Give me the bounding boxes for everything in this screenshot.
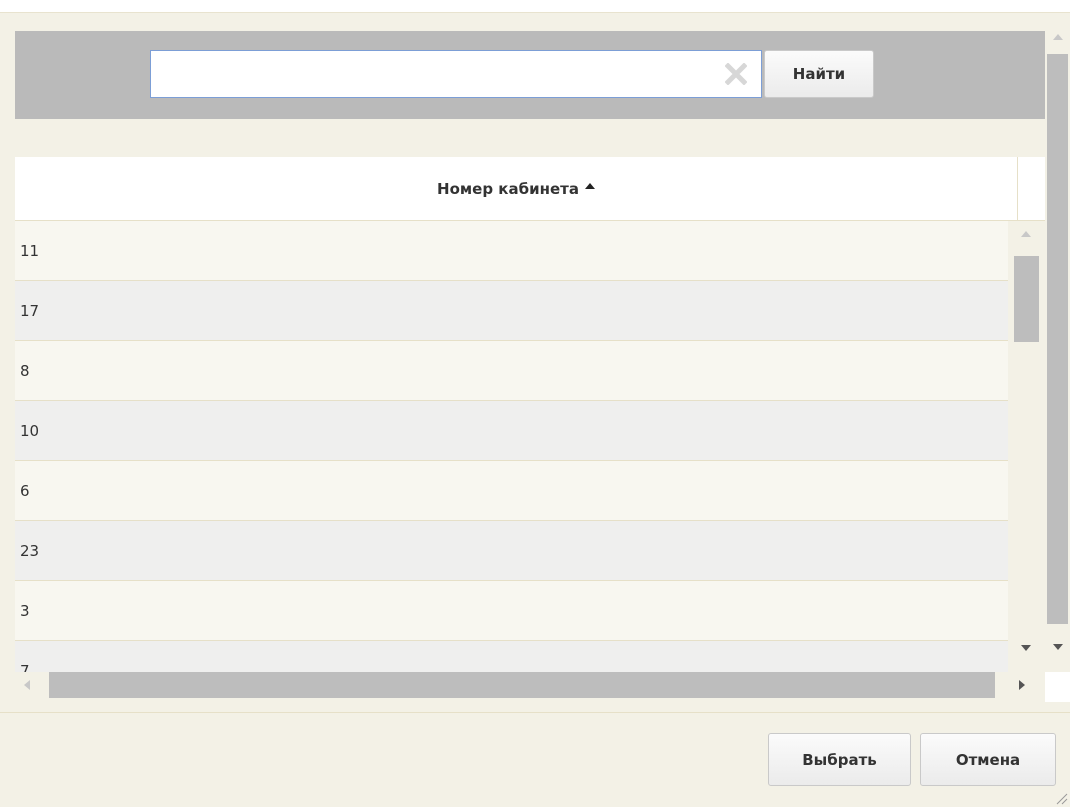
dialog-vertical-scrollbar[interactable] <box>1045 14 1070 664</box>
room-number-cell: 17 <box>20 301 40 320</box>
scroll-down-arrow-icon[interactable] <box>1053 644 1063 650</box>
room-number-cell: 23 <box>20 541 40 560</box>
table-row[interactable]: 23 <box>15 521 1008 581</box>
clear-icon[interactable] <box>725 63 747 85</box>
table-row[interactable]: 17 <box>15 281 1008 341</box>
table-body: 11 17 8 10 6 23 3 7 <box>15 221 1008 672</box>
search-field <box>150 50 762 98</box>
column-header-label: Номер кабинета <box>437 179 579 198</box>
table-header: Номер кабинета <box>15 157 1045 221</box>
table-row[interactable]: 7 <box>15 641 1008 672</box>
room-number-cell: 6 <box>20 481 30 500</box>
table-row[interactable]: 6 <box>15 461 1008 521</box>
scroll-up-arrow-icon[interactable] <box>1021 231 1031 237</box>
table-row[interactable]: 11 <box>15 221 1008 281</box>
select-button[interactable]: Выбрать <box>768 733 911 786</box>
top-strip <box>0 0 1070 13</box>
table-row[interactable]: 3 <box>15 581 1008 641</box>
footer-divider <box>0 712 1070 713</box>
scroll-up-arrow-icon[interactable] <box>1053 34 1063 40</box>
scroll-right-arrow-icon[interactable] <box>1019 680 1025 690</box>
room-number-cell: 10 <box>20 421 40 440</box>
grid-vertical-scroll-thumb[interactable] <box>1014 256 1039 342</box>
resize-grip-icon[interactable] <box>1052 789 1068 805</box>
cancel-button[interactable]: Отмена <box>920 733 1056 786</box>
scroll-down-arrow-icon[interactable] <box>1021 645 1031 651</box>
scroll-left-arrow-icon[interactable] <box>24 680 30 690</box>
dialog-vertical-scroll-thumb[interactable] <box>1047 54 1068 624</box>
room-number-cell: 8 <box>20 361 30 380</box>
scrollbar-corner <box>1045 672 1070 702</box>
search-input[interactable] <box>151 51 711 97</box>
room-number-cell: 3 <box>20 601 30 620</box>
room-number-cell: 7 <box>20 661 30 673</box>
find-button[interactable]: Найти <box>764 50 874 98</box>
room-select-dialog: Найти Номер кабинета 11 17 8 10 6 23 3 7… <box>0 0 1070 807</box>
grid-vertical-scrollbar[interactable] <box>1008 221 1045 672</box>
column-header-room-number[interactable]: Номер кабинета <box>15 157 1018 220</box>
table-row[interactable]: 10 <box>15 401 1008 461</box>
room-number-cell: 11 <box>20 241 40 260</box>
sort-ascending-icon <box>584 182 595 189</box>
grid-horizontal-scroll-thumb[interactable] <box>49 672 995 698</box>
table-row[interactable]: 8 <box>15 341 1008 401</box>
grid-horizontal-scrollbar[interactable] <box>15 672 1045 702</box>
